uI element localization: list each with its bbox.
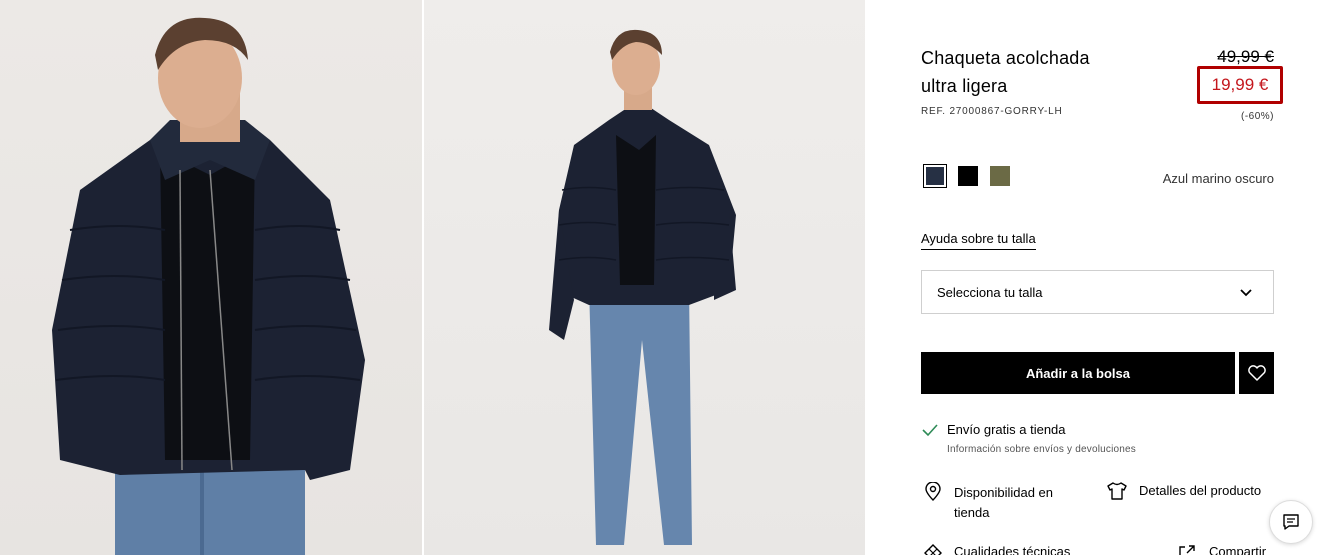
product-photo-front[interactable]: [0, 0, 422, 555]
product-title: Chaqueta acolchada ultra ligera: [921, 44, 1161, 100]
sale-price-highlight: 19,99 €: [1197, 66, 1283, 104]
size-help-link[interactable]: Ayuda sobre tu talla: [921, 231, 1036, 250]
sale-price: 19,99 €: [1211, 75, 1269, 94]
size-select-label: Selecciona tu talla: [937, 284, 1043, 300]
share-icon: [1179, 545, 1195, 555]
location-pin-icon: [925, 482, 941, 501]
selected-color-name: Azul marino oscuro: [1162, 171, 1274, 186]
model-full-illustration: [549, 29, 736, 545]
product-title-line1: Chaqueta acolchada: [921, 48, 1090, 68]
check-icon: [922, 424, 938, 437]
discount-percentage: (-60%): [1240, 111, 1274, 122]
shipping-info-link[interactable]: Información sobre envíos y devoluciones: [947, 444, 1136, 455]
diamond-pattern-icon: [924, 544, 942, 555]
chevron-down-icon: [1240, 289, 1252, 297]
heart-icon: [1247, 365, 1266, 381]
chat-button[interactable]: [1269, 500, 1313, 544]
color-swatch-navy[interactable]: [923, 164, 947, 188]
favorite-button[interactable]: [1239, 352, 1274, 394]
product-reference: REF. 27000867-GORRY-LH: [921, 106, 1063, 117]
technical-qualities-link[interactable]: Cualidades técnicas: [954, 544, 1070, 555]
add-to-bag-button[interactable]: Añadir a la bolsa: [921, 352, 1235, 394]
product-title-line2: ultra ligera: [921, 76, 1008, 96]
size-select[interactable]: Selecciona tu talla: [921, 270, 1274, 314]
product-photo-full[interactable]: [424, 0, 865, 555]
tshirt-icon: [1107, 482, 1127, 500]
share-link[interactable]: Compartir: [1209, 544, 1266, 555]
original-price: 49,99 €: [1217, 47, 1274, 66]
chat-icon: [1283, 514, 1299, 530]
free-shipping-title: Envío gratis a tienda: [947, 422, 1066, 437]
product-gallery: [0, 0, 865, 555]
color-swatch-khaki[interactable]: [990, 166, 1010, 186]
product-info-panel: Chaqueta acolchada ultra ligera REF. 270…: [865, 0, 1320, 555]
model-front-illustration: [52, 17, 365, 555]
store-availability-link[interactable]: Disponibilidad en tienda: [954, 483, 1074, 523]
color-swatch-black[interactable]: [958, 166, 978, 186]
product-details-link[interactable]: Detalles del producto: [1139, 483, 1261, 498]
